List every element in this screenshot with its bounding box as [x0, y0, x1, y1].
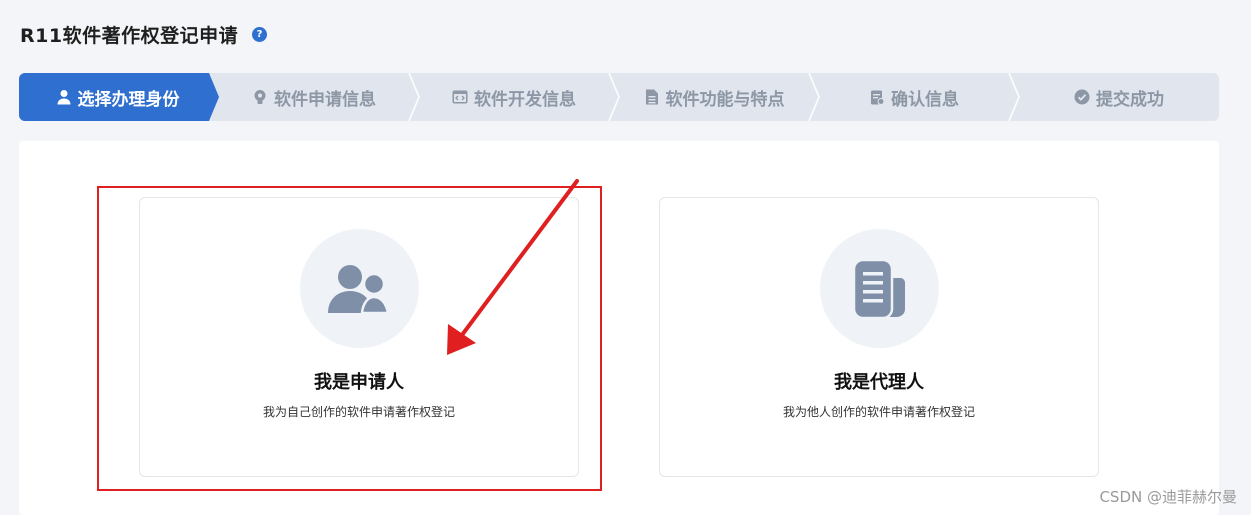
card-description: 我为他人创作的软件申请著作权登记 [782, 405, 975, 419]
step-separator-5 [1008, 73, 1020, 121]
card-icon-circle [300, 229, 419, 348]
step-label: 选择办理身份 [77, 89, 180, 110]
document-icon [644, 89, 660, 105]
step-label: 软件开发信息 [474, 89, 576, 110]
user-icon [56, 89, 72, 105]
card-icon-circle [820, 229, 939, 348]
check-circle-icon [1074, 89, 1090, 105]
watermark: CSDN @迪菲赫尔曼 [1099, 488, 1237, 506]
step-submit-success[interactable]: 提交成功 [1019, 73, 1219, 121]
step-label: 提交成功 [1096, 89, 1164, 110]
question-circle-icon[interactable]: ? [252, 26, 268, 42]
page-title: R11软件著作权登记申请 [20, 24, 239, 47]
step-separator-4 [808, 73, 820, 121]
step-progress-bar: 选择办理身份 软件申请信息 软件开发信息 软件功能与特点 确认信息 提交成功 [19, 73, 1219, 121]
identity-selection-panel: 我是申请人 我为自己创作的软件申请著作权登记 我是代理人 我为他人创作的软件申请… [19, 141, 1219, 515]
applicant-card[interactable]: 我是申请人 我为自己创作的软件申请著作权登记 [139, 197, 579, 477]
agent-card[interactable]: 我是代理人 我为他人创作的软件申请著作权登记 [659, 197, 1099, 477]
step-software-application-info[interactable]: 软件申请信息 [219, 73, 409, 121]
title-row: R11软件著作权登记申请 ? [20, 20, 268, 48]
page: R11软件著作权登记申请 ? 选择办理身份 软件申请信息 软件开发信息 软件功能… [0, 0, 1251, 515]
lightbulb-icon [252, 89, 268, 105]
step-software-development-info[interactable]: 软件开发信息 [419, 73, 609, 121]
code-window-icon [452, 89, 468, 105]
document-stack-icon [852, 259, 905, 318]
users-icon [327, 264, 389, 314]
step-label: 确认信息 [891, 89, 959, 110]
card-title: 我是代理人 [834, 372, 924, 393]
card-title: 我是申请人 [314, 372, 404, 393]
step-label: 软件功能与特点 [665, 89, 785, 110]
step-separator-3 [608, 73, 620, 121]
step-select-identity[interactable]: 选择办理身份 [19, 73, 216, 121]
clipboard-icon [869, 89, 885, 105]
step-confirm-info[interactable]: 确认信息 [819, 73, 1009, 121]
step-software-features[interactable]: 软件功能与特点 [619, 73, 809, 121]
step-separator-2 [408, 73, 420, 121]
step-label: 软件申请信息 [274, 89, 376, 110]
card-description: 我为自己创作的软件申请著作权登记 [262, 405, 455, 419]
